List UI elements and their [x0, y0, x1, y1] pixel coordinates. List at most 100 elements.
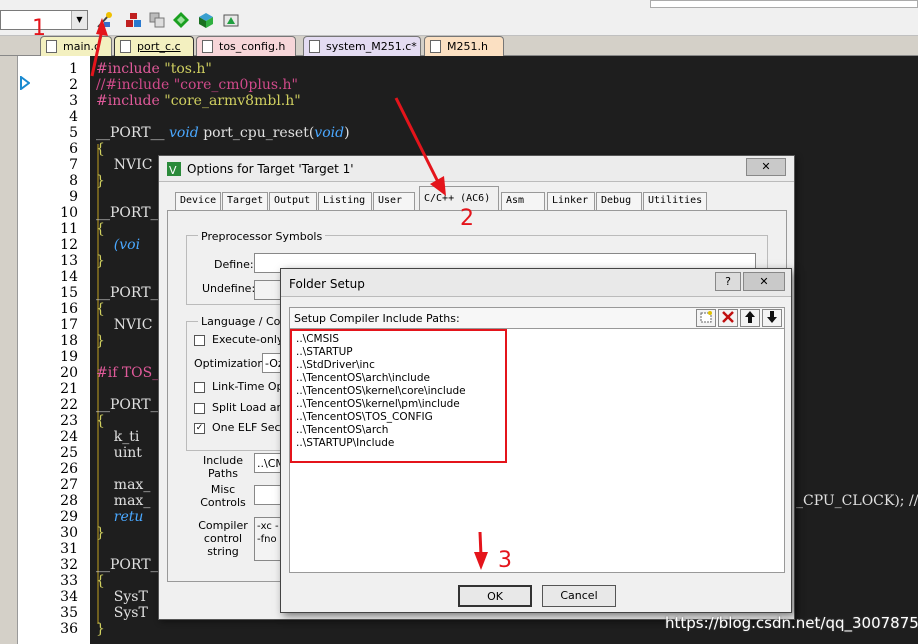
- line-number: 34: [60, 589, 78, 605]
- line-number: 17: [60, 317, 78, 333]
- file-icon: [430, 40, 441, 53]
- toolbar: ▼: [0, 0, 918, 36]
- code-line-28-tail: _CPU_CLOCK); //: [796, 493, 918, 509]
- tab-m251-h[interactable]: M251.h: [424, 36, 504, 56]
- split-load-label: Split Load and: [212, 401, 291, 414]
- manage-components-button[interactable]: [122, 9, 144, 31]
- code-line-23: {: [96, 413, 105, 429]
- code-line-15: __PORT__: [96, 285, 165, 301]
- code-line-20: #if TOS_: [96, 365, 160, 381]
- help-button[interactable]: ?: [715, 272, 741, 291]
- code-line-22: __PORT__: [96, 397, 165, 413]
- line-number: 13: [60, 253, 78, 269]
- tab-tos-config-h[interactable]: tos_config.h: [196, 36, 296, 56]
- tab-user[interactable]: User: [373, 192, 415, 210]
- tab-linker[interactable]: Linker: [547, 192, 595, 210]
- include-paths-header: Setup Compiler Include Paths:: [289, 307, 785, 329]
- tab-system-m251-c[interactable]: system_M251.c*: [303, 36, 421, 56]
- line-number: 7: [69, 157, 78, 173]
- close-button[interactable]: ✕: [743, 272, 785, 291]
- line-number: 36: [60, 621, 78, 637]
- line-number: 24: [60, 429, 78, 445]
- annotation-number-2: 2: [460, 206, 474, 231]
- tab-main-c[interactable]: main.c: [40, 36, 112, 56]
- annotation-number-1: 1: [32, 16, 46, 41]
- execute-only-checkbox[interactable]: [194, 335, 205, 346]
- code-line-6: {: [96, 141, 105, 157]
- line-number: 25: [60, 445, 78, 461]
- select-software-packs-button[interactable]: [195, 9, 217, 31]
- tab-label: system_M251.c*: [326, 40, 417, 53]
- line-number: 4: [69, 109, 78, 125]
- line-number: 12: [60, 237, 78, 253]
- tab-c-cpp-ac6[interactable]: C/C++ (AC6): [419, 186, 499, 210]
- code-line-35: SysT: [96, 605, 148, 621]
- delete-path-button[interactable]: [718, 309, 738, 327]
- tab-device[interactable]: Device: [175, 192, 221, 210]
- move-up-button[interactable]: [740, 309, 760, 327]
- tab-asm[interactable]: Asm: [501, 192, 545, 210]
- new-path-button[interactable]: [696, 309, 716, 327]
- pack-installer-button[interactable]: [170, 9, 192, 31]
- close-button[interactable]: ✕: [746, 158, 786, 176]
- chevron-down-icon[interactable]: ▼: [71, 11, 87, 29]
- code-line-5: __PORT__ void port_cpu_reset(void): [96, 125, 350, 141]
- file-tab-bar: main.c port_c.c tos_config.h system_M251…: [0, 36, 918, 56]
- line-number: 8: [69, 173, 78, 189]
- code-line-13: }: [96, 253, 105, 269]
- line-number: 29: [60, 509, 78, 525]
- undefine-label: Undefine:: [202, 282, 256, 295]
- code-line-17: NVIC: [96, 317, 153, 333]
- code-line-7: NVIC: [96, 157, 153, 173]
- link-time-checkbox[interactable]: [194, 382, 205, 393]
- line-number: 9: [69, 189, 78, 205]
- line-number: 26: [60, 461, 78, 477]
- tab-debug[interactable]: Debug: [596, 192, 642, 210]
- stack-icon: [126, 13, 141, 27]
- arrow-up-icon: [745, 311, 755, 323]
- tab-listing[interactable]: Listing: [318, 192, 372, 210]
- line-number: 19: [60, 349, 78, 365]
- watermark: https://blog.csdn.net/qq_30078751: [665, 614, 918, 632]
- code-line-3: #include "core_armv8mbl.h": [96, 93, 301, 109]
- code-line-29: retu: [96, 509, 144, 525]
- code-line-28: max_: [96, 493, 151, 509]
- tab-target[interactable]: Target: [222, 192, 268, 210]
- tab-output[interactable]: Output: [269, 192, 317, 210]
- copy-button[interactable]: [146, 9, 168, 31]
- line-number: 28: [60, 493, 78, 509]
- options-for-target-button[interactable]: [93, 9, 115, 31]
- line-number: 3: [69, 93, 78, 109]
- one-elf-label: One ELF Secti: [212, 421, 288, 434]
- tab-label: main.c: [63, 40, 101, 53]
- line-number: 30: [60, 525, 78, 541]
- ok-button[interactable]: OK: [458, 585, 532, 607]
- code-line-2: //#include "core_cm0plus.h": [96, 77, 298, 93]
- tab-utilities[interactable]: Utilities: [643, 192, 707, 210]
- arrow-down-icon: [767, 311, 777, 323]
- tab-label: M251.h: [447, 40, 488, 53]
- code-line-8: }: [96, 173, 105, 189]
- code-line-34: SysT: [96, 589, 148, 605]
- magic-wand-icon: [97, 12, 112, 28]
- code-line-30: }: [96, 525, 105, 541]
- optimization-label: Optimization:: [194, 357, 269, 370]
- move-down-button[interactable]: [762, 309, 782, 327]
- search-combo[interactable]: [650, 0, 918, 8]
- cancel-button[interactable]: Cancel: [542, 585, 616, 607]
- tab-label: tos_config.h: [219, 40, 286, 53]
- code-line-32: __PORT__: [96, 557, 165, 573]
- split-load-checkbox[interactable]: [194, 403, 205, 414]
- line-number: 15: [60, 285, 78, 301]
- line-number: 10: [60, 205, 78, 221]
- highlight-box: [290, 329, 507, 463]
- tab-port-c[interactable]: port_c.c: [114, 36, 194, 56]
- new-folder-icon: [700, 311, 712, 323]
- line-number: 33: [60, 573, 78, 589]
- dialog-title-bar[interactable]: V Options for Target 'Target 1' ✕: [159, 156, 794, 182]
- dialog-title-bar[interactable]: Folder Setup ? ✕: [281, 269, 791, 297]
- line-number: 1: [69, 61, 78, 77]
- line-number: 21: [60, 381, 78, 397]
- one-elf-checkbox[interactable]: ✓: [194, 423, 205, 434]
- manage-run-time-button[interactable]: [220, 9, 242, 31]
